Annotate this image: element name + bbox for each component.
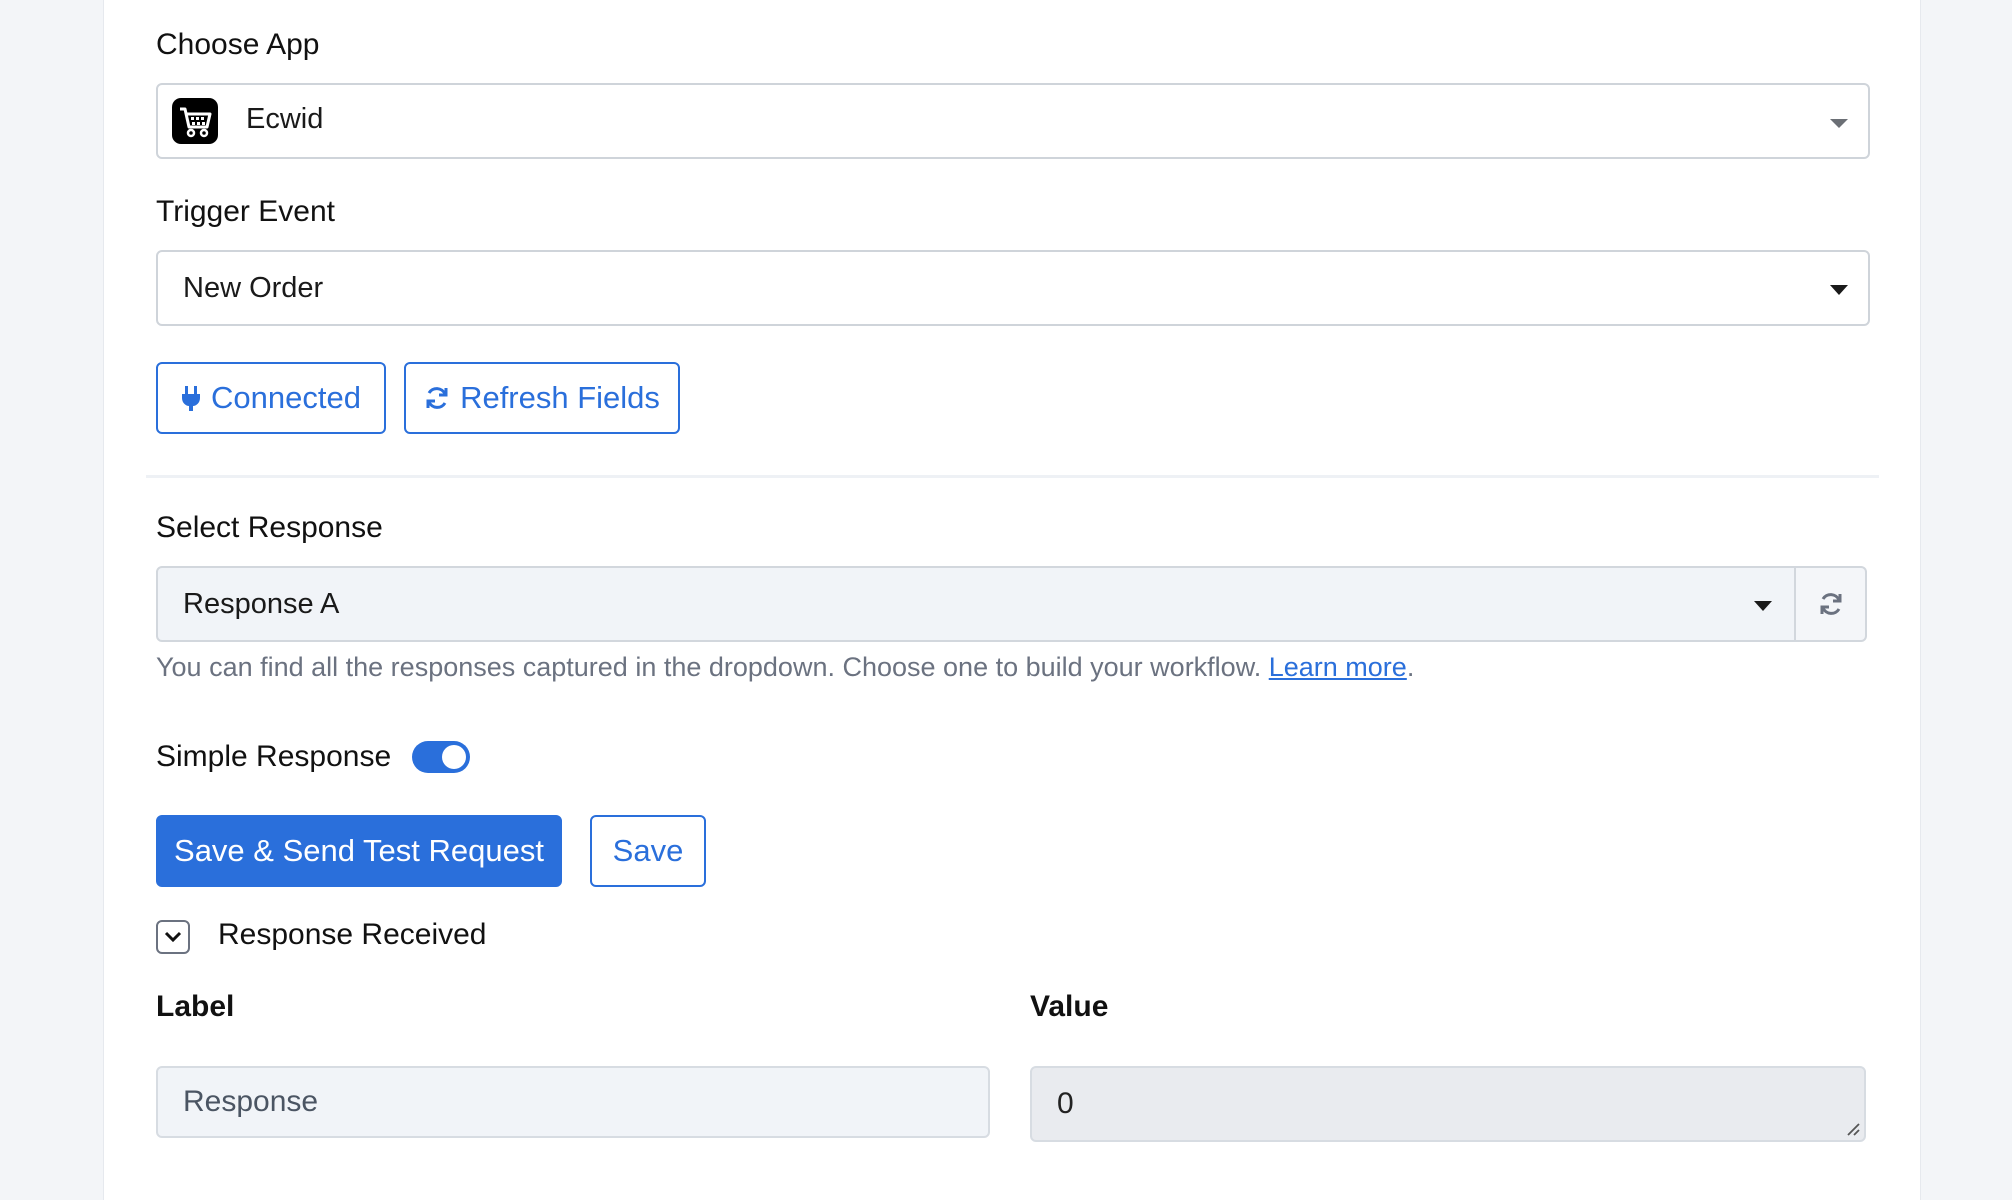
ecwid-cart-icon (172, 98, 218, 144)
chevron-down-icon (164, 931, 182, 943)
choose-app-label: Choose App (156, 28, 320, 61)
save-send-test-label: Save & Send Test Request (174, 833, 544, 868)
refresh-icon (1820, 593, 1841, 615)
value-field-value: 0 (1057, 1087, 1074, 1120)
select-response-hint: You can find all the responses captured … (156, 652, 1414, 683)
value-header: Value (1030, 990, 1109, 1023)
label-header: Label (156, 990, 235, 1023)
trigger-event-value: New Order (183, 272, 324, 304)
workflow-card: Choose App Ecwid Trigger Event New Order… (103, 0, 1921, 1200)
save-label: Save (612, 833, 684, 868)
simple-response-toggle[interactable] (412, 741, 470, 773)
trigger-event-label: Trigger Event (156, 195, 335, 228)
refresh-fields-button[interactable]: Refresh Fields (404, 362, 680, 434)
save-button[interactable]: Save (590, 815, 706, 887)
section-divider (146, 475, 1879, 478)
chevron-down-icon (1830, 285, 1848, 295)
resize-handle-icon[interactable] (1844, 1120, 1860, 1136)
refresh-icon (426, 387, 448, 409)
label-field-value: Response (183, 1085, 319, 1118)
response-received-toggle[interactable] (156, 920, 190, 954)
connected-button[interactable]: Connected (156, 362, 386, 434)
hint-end: . (1406, 652, 1415, 682)
chevron-down-icon (1754, 601, 1772, 611)
hint-text: You can find all the responses captured … (156, 652, 1262, 682)
plug-icon (182, 386, 201, 411)
save-send-test-button[interactable]: Save & Send Test Request (156, 815, 562, 887)
select-response-label: Select Response (156, 511, 383, 544)
reload-responses-button[interactable] (1796, 566, 1867, 642)
select-response-select[interactable]: Response A (156, 566, 1796, 642)
label-field[interactable]: Response (156, 1066, 990, 1138)
toggle-knob (442, 745, 466, 769)
refresh-fields-label: Refresh Fields (460, 380, 660, 415)
trigger-event-select[interactable]: New Order (156, 250, 1870, 326)
value-field[interactable]: 0 (1030, 1066, 1866, 1142)
choose-app-value: Ecwid (246, 103, 324, 135)
simple-response-label: Simple Response (156, 740, 392, 773)
chevron-down-icon (1830, 119, 1848, 128)
choose-app-select[interactable]: Ecwid (156, 83, 1870, 159)
learn-more-link[interactable]: Learn more (1269, 652, 1407, 682)
response-received-label: Response Received (218, 918, 487, 951)
select-response-value: Response A (183, 588, 340, 620)
connected-label: Connected (211, 380, 361, 415)
